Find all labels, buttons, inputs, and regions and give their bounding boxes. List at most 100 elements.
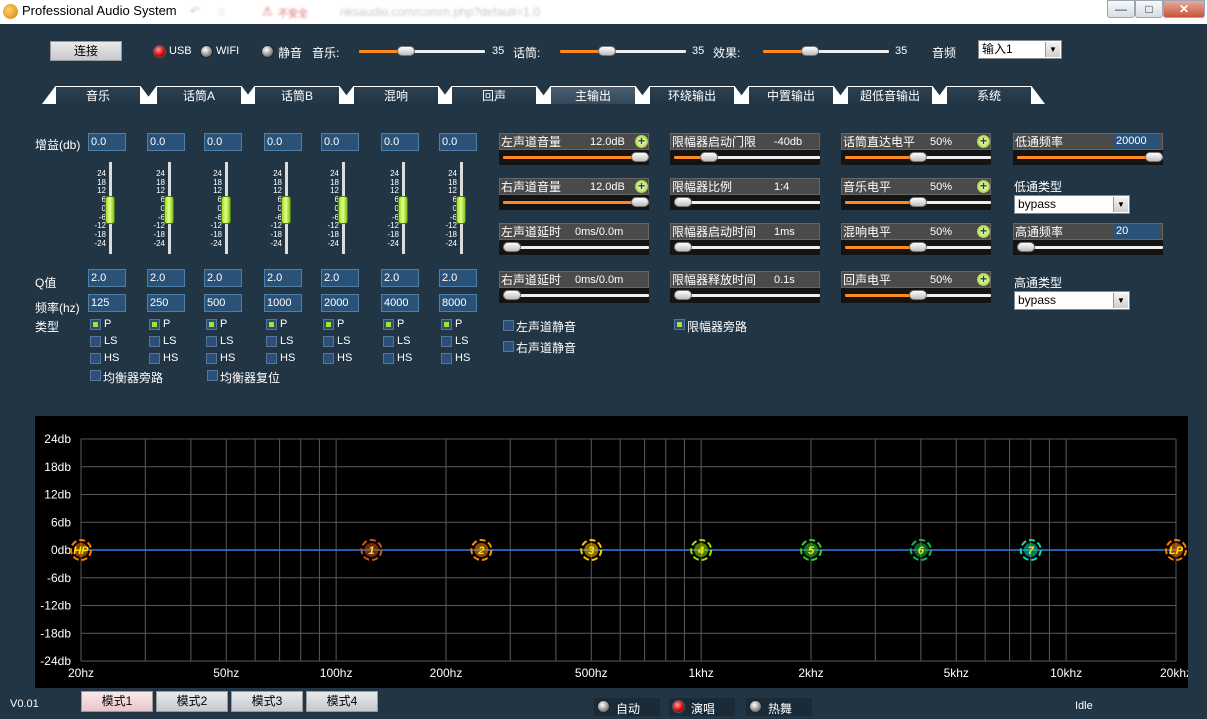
limiter-ratio-control[interactable]: 限幅器比例 1:4: [670, 178, 820, 210]
band-1-gain-input[interactable]: 0.0: [88, 133, 126, 151]
right-volume-control[interactable]: 右声道音量 12.0dB +: [499, 178, 649, 210]
plus-icon[interactable]: +: [977, 135, 990, 148]
band-7-type-hs-checkbox[interactable]: [441, 353, 452, 364]
mode-2-button[interactable]: 模式2: [156, 691, 228, 712]
band-3-freq-input[interactable]: 500: [204, 294, 242, 312]
band-4-type-ls-checkbox[interactable]: [266, 336, 277, 347]
lowpass-type-select[interactable]: bypass ▼: [1014, 195, 1130, 214]
limiter-threshold-slider[interactable]: [674, 150, 820, 164]
right-volume-slider[interactable]: [503, 195, 649, 209]
band-3-gain-thumb[interactable]: [221, 196, 231, 224]
right-delay-slider[interactable]: [503, 288, 649, 302]
eq-reset-checkbox[interactable]: [207, 370, 218, 381]
preset-sing[interactable]: 演唱: [669, 698, 735, 716]
usb-led-icon[interactable]: [153, 45, 166, 58]
band-6-type-ls-checkbox[interactable]: [383, 336, 394, 347]
mute-led-icon[interactable]: [261, 45, 274, 58]
echo-level-control[interactable]: 回声电平 50% +: [841, 271, 991, 303]
band-5-freq-input[interactable]: 2000: [321, 294, 359, 312]
band-5-q-input[interactable]: 2.0: [321, 269, 359, 287]
band-2-gain-thumb[interactable]: [164, 196, 174, 224]
preset-dance[interactable]: 热舞: [746, 698, 812, 716]
source-select[interactable]: 输入1 ▼: [978, 40, 1062, 59]
band-5-type-hs-checkbox[interactable]: [323, 353, 334, 364]
tab-music[interactable]: 音乐: [42, 86, 154, 104]
band-3-q-input[interactable]: 2.0: [204, 269, 242, 287]
mode-4-button[interactable]: 模式4: [306, 691, 378, 712]
tab-system[interactable]: 系统: [933, 86, 1045, 104]
lowpass-freq-slider[interactable]: [1017, 150, 1163, 164]
tab-main-output[interactable]: 主输出: [537, 86, 649, 104]
plus-icon[interactable]: +: [635, 135, 648, 148]
right-mute-checkbox[interactable]: [503, 341, 514, 352]
mic-direct-slider[interactable]: [845, 150, 991, 164]
minimize-button[interactable]: —: [1107, 0, 1135, 18]
limiter-attack-slider[interactable]: [674, 240, 820, 254]
eq-bypass-checkbox[interactable]: [90, 370, 101, 381]
band-5-gain-input[interactable]: 0.0: [321, 133, 359, 151]
band-4-freq-input[interactable]: 1000: [264, 294, 302, 312]
limiter-release-slider[interactable]: [674, 288, 820, 302]
band-6-freq-input[interactable]: 4000: [381, 294, 419, 312]
band-2-type-ls-checkbox[interactable]: [149, 336, 160, 347]
music-level-control[interactable]: 音乐电平 50% +: [841, 178, 991, 210]
left-delay-control[interactable]: 左声道延时 0ms/0.0m: [499, 223, 649, 255]
plus-icon[interactable]: +: [977, 225, 990, 238]
band-6-gain-thumb[interactable]: [398, 196, 408, 224]
tab-echo[interactable]: 回声: [438, 86, 550, 104]
band-7-type-p-checkbox[interactable]: [441, 319, 452, 330]
wifi-led-icon[interactable]: [200, 45, 213, 58]
eq-response-graph[interactable]: 24db 18db 12db 6db 0db -6db -12db -18db -24db 20h…: [35, 416, 1188, 688]
limiter-release-control[interactable]: 限幅器释放时间 0.1s: [670, 271, 820, 303]
band-1-freq-input[interactable]: 125: [88, 294, 126, 312]
band-4-type-hs-checkbox[interactable]: [266, 353, 277, 364]
limiter-bypass-checkbox[interactable]: [674, 319, 685, 330]
band-2-type-p-checkbox[interactable]: [149, 319, 160, 330]
preset-auto[interactable]: 自动: [594, 698, 660, 716]
plus-icon[interactable]: +: [635, 180, 648, 193]
band-3-type-hs-checkbox[interactable]: [206, 353, 217, 364]
highpass-freq-control[interactable]: 高通频率 20: [1013, 223, 1163, 255]
band-3-type-ls-checkbox[interactable]: [206, 336, 217, 347]
effect-slider[interactable]: [763, 44, 889, 58]
band-1-gain-thumb[interactable]: [105, 196, 115, 224]
limiter-ratio-slider[interactable]: [674, 195, 820, 209]
band-2-q-input[interactable]: 2.0: [147, 269, 185, 287]
close-button[interactable]: ✕: [1163, 0, 1205, 18]
reverb-level-control[interactable]: 混响电平 50% +: [841, 223, 991, 255]
band-1-q-input[interactable]: 2.0: [88, 269, 126, 287]
left-mute-checkbox[interactable]: [503, 320, 514, 331]
tab-surround-output[interactable]: 环绕输出: [636, 86, 748, 104]
left-delay-slider[interactable]: [503, 240, 649, 254]
band-1-type-p-checkbox[interactable]: [90, 319, 101, 330]
band-4-q-input[interactable]: 2.0: [264, 269, 302, 287]
tab-mic-b[interactable]: 话筒B: [241, 86, 353, 104]
band-2-gain-input[interactable]: 0.0: [147, 133, 185, 151]
limiter-attack-control[interactable]: 限幅器启动时间 1ms: [670, 223, 820, 255]
band-6-type-p-checkbox[interactable]: [383, 319, 394, 330]
plus-icon[interactable]: +: [977, 180, 990, 193]
band-3-gain-input[interactable]: 0.0: [204, 133, 242, 151]
mic-direct-level-control[interactable]: 话筒直达电平 50% +: [841, 133, 991, 165]
band-7-gain-thumb[interactable]: [456, 196, 466, 224]
band-2-type-hs-checkbox[interactable]: [149, 353, 160, 364]
highpass-type-select[interactable]: bypass ▼: [1014, 291, 1130, 310]
band-6-q-input[interactable]: 2.0: [381, 269, 419, 287]
band-4-type-p-checkbox[interactable]: [266, 319, 277, 330]
tab-mic-a[interactable]: 话筒A: [143, 86, 255, 104]
band-2-freq-input[interactable]: 250: [147, 294, 185, 312]
lowpass-freq-control[interactable]: 低通频率 20000: [1013, 133, 1163, 165]
reverb-level-slider[interactable]: [845, 240, 991, 254]
band-4-gain-thumb[interactable]: [281, 196, 291, 224]
mic-slider[interactable]: [560, 44, 686, 58]
left-volume-control[interactable]: 左声道音量 12.0dB +: [499, 133, 649, 165]
band-5-type-ls-checkbox[interactable]: [323, 336, 334, 347]
highpass-freq-slider[interactable]: [1017, 240, 1163, 254]
tab-reverb[interactable]: 混响: [340, 86, 452, 104]
band-5-type-p-checkbox[interactable]: [323, 319, 334, 330]
mode-3-button[interactable]: 模式3: [231, 691, 303, 712]
mode-1-button[interactable]: 模式1: [81, 691, 153, 712]
highpass-freq-value[interactable]: 20: [1114, 224, 1160, 239]
plus-icon[interactable]: +: [977, 273, 990, 286]
band-6-gain-input[interactable]: 0.0: [381, 133, 419, 151]
